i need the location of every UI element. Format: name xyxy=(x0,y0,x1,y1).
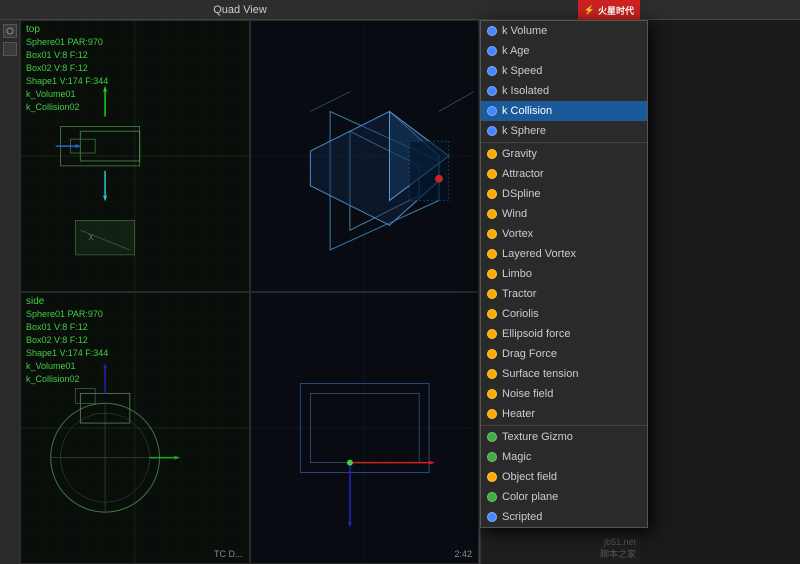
quad-panel-bottom-right[interactable]: 2:42 xyxy=(250,292,480,564)
menu-item-texture-gizmo[interactable]: Texture Gizmo xyxy=(481,427,647,447)
toolbar-btn-2[interactable] xyxy=(3,42,17,56)
menu-icon-color-plane xyxy=(487,492,497,502)
menu-icon-texture-gizmo xyxy=(487,432,497,442)
menu-item-wind[interactable]: Wind xyxy=(481,204,647,224)
quad-panel-bottom-left[interactable]: side Sphere01 PAR:970 Box01 V:8 F:12 Box… xyxy=(20,292,250,564)
menu-icon-kage xyxy=(487,46,497,56)
left-toolbar xyxy=(0,20,20,564)
watermark-text-2: 脚本之家 xyxy=(600,547,636,560)
panel-info-top: Sphere01 PAR:970 Box01 V:8 F:12 Box02 V:… xyxy=(26,36,108,114)
menu-item-layered-vortex[interactable]: Layered Vortex xyxy=(481,244,647,264)
menu-item-kage[interactable]: k Age xyxy=(481,41,647,61)
menu-icon-ksphere xyxy=(487,126,497,136)
quad-view-area: X top Sphere01 PAR:970 Box01 V:8 F:12 Bo… xyxy=(20,20,480,564)
menu-item-heater[interactable]: Heater xyxy=(481,404,647,424)
menu-separator-1 xyxy=(481,142,647,143)
panel-label-side: side xyxy=(26,296,44,307)
menu-icon-dspline xyxy=(487,189,497,199)
menu-item-kvolume[interactable]: k Volume xyxy=(481,21,647,41)
menu-item-drag-force[interactable]: Drag Force xyxy=(481,344,647,364)
menu-item-vortex[interactable]: Vortex xyxy=(481,224,647,244)
watermark-text-1: jb51.net xyxy=(600,537,636,547)
quad-panel-top-right[interactable] xyxy=(250,20,480,292)
menu-icon-wind xyxy=(487,209,497,219)
chinese-logo: ⚡ 火星时代 xyxy=(578,0,640,20)
menu-item-magic[interactable]: Magic xyxy=(481,447,647,467)
menu-item-attractor[interactable]: Attractor xyxy=(481,164,647,184)
menu-icon-heater xyxy=(487,409,497,419)
menu-item-limbo[interactable]: Limbo xyxy=(481,264,647,284)
menu-item-ellipsoid[interactable]: Ellipsoid force xyxy=(481,324,647,344)
menu-icon-object-field xyxy=(487,472,497,482)
logo-icon: ⚡ xyxy=(584,5,595,16)
window-title: Quad View xyxy=(213,4,267,16)
menu-item-surface-tension[interactable]: Surface tension xyxy=(481,364,647,384)
dropdown-menu: k Volume k Age k Speed k Isolated k Coll… xyxy=(480,20,648,528)
menu-icon-coriolis xyxy=(487,309,497,319)
watermark: jb51.net 脚本之家 xyxy=(596,533,640,564)
menu-icon-gravity xyxy=(487,149,497,159)
menu-icon-kvolume xyxy=(487,26,497,36)
header-bar: Quad View — × ⚡ 火星时代 xyxy=(0,0,800,20)
panel-label-top: top xyxy=(26,24,40,35)
logo-text: 火星时代 xyxy=(598,4,634,17)
menu-icon-layered-vortex xyxy=(487,249,497,259)
menu-icon-kcollision xyxy=(487,106,497,116)
menu-icon-attractor xyxy=(487,169,497,179)
menu-item-ksphere[interactable]: k Sphere xyxy=(481,121,647,141)
menu-item-object-field[interactable]: Object field xyxy=(481,467,647,487)
svg-text:X: X xyxy=(88,233,94,242)
panel-overlay-br: 2:42 xyxy=(454,549,472,559)
menu-icon-kspeed xyxy=(487,66,497,76)
menu-item-dspline[interactable]: DSpline xyxy=(481,184,647,204)
menu-icon-vortex xyxy=(487,229,497,239)
quad-panel-top-left[interactable]: X top Sphere01 PAR:970 Box01 V:8 F:12 Bo… xyxy=(20,20,250,292)
menu-item-gravity[interactable]: Gravity xyxy=(481,144,647,164)
menu-item-kspeed[interactable]: k Speed xyxy=(481,61,647,81)
menu-icon-tractor xyxy=(487,289,497,299)
menu-item-kisolated[interactable]: k Isolated xyxy=(481,81,647,101)
menu-icon-ellipsoid xyxy=(487,329,497,339)
menu-item-scripted[interactable]: Scripted xyxy=(481,507,647,527)
toolbar-btn-1[interactable] xyxy=(3,24,17,38)
menu-icon-surface-tension xyxy=(487,369,497,379)
menu-item-tractor[interactable]: Tractor xyxy=(481,284,647,304)
menu-icon-magic xyxy=(487,452,497,462)
menu-item-color-plane[interactable]: Color plane xyxy=(481,487,647,507)
menu-separator-2 xyxy=(481,425,647,426)
menu-icon-limbo xyxy=(487,269,497,279)
panel-overlay-side: TC D... xyxy=(214,549,243,559)
panel-info-side: Sphere01 PAR:970 Box01 V:8 F:12 Box02 V:… xyxy=(26,308,108,386)
menu-icon-kisolated xyxy=(487,86,497,96)
menu-item-coriolis[interactable]: Coriolis xyxy=(481,304,647,324)
menu-item-noise-field[interactable]: Noise field xyxy=(481,384,647,404)
menu-icon-drag-force xyxy=(487,349,497,359)
menu-icon-scripted xyxy=(487,512,497,522)
menu-icon-noise-field xyxy=(487,389,497,399)
menu-item-kcollision[interactable]: k Collision xyxy=(481,101,647,121)
